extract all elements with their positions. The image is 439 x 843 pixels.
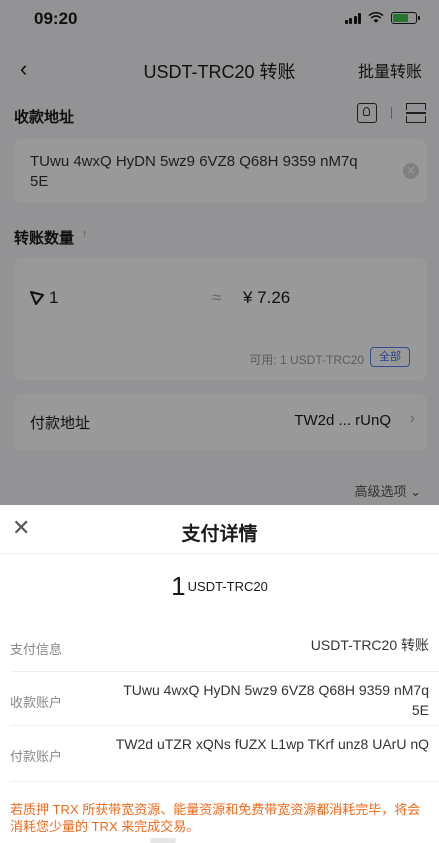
sheet-title: 支付详情 (181, 524, 258, 545)
detail-row-label: 付款账户 (10, 749, 63, 764)
sheet-handle (150, 838, 176, 843)
divider (10, 781, 439, 782)
pay-amount-value: 1 (171, 571, 186, 601)
detail-row-label: 收款账户 (10, 695, 63, 710)
divider (10, 671, 439, 672)
detail-row-value: TW2d uTZR xQNs fUZX L1wp TKrf unz8 UArU … (115, 736, 429, 752)
divider (10, 725, 439, 726)
detail-row-value: TUwu 4wxQ HyDN 5wz9 6VZ8 Q68H 9359 nM7q … (123, 682, 429, 718)
detail-row-label: 支付信息 (10, 642, 63, 657)
fee-warning: 若质押 TRX 所获带宽资源、能量资源和免费带宽资源都消耗完毕，将会消耗您少量的… (10, 802, 421, 834)
divider (0, 553, 439, 554)
detail-row-value: USDT-TRC20 转账 (310, 637, 429, 653)
payment-details-sheet: ✕ 支付详情 1 USDT-TRC20 支付信息 USDT-TRC20 转账 收款… (0, 505, 439, 843)
pay-amount-unit: USDT-TRC20 (187, 579, 268, 594)
pay-amount: 1 USDT-TRC20 (0, 571, 439, 602)
